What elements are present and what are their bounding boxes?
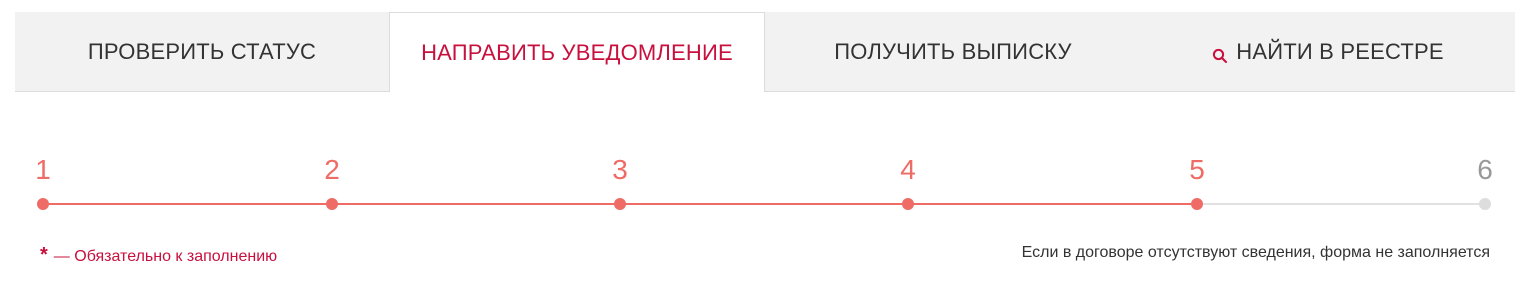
tab-find-in-registry[interactable]: НАЙТИ В РЕЕСТРЕ xyxy=(1141,12,1515,91)
required-fields-text: — Обязательно к заполнению xyxy=(53,248,278,265)
step-number-3: 3 xyxy=(612,154,628,185)
tab-get-extract-label: ПОЛУЧИТЬ ВЫПИСКУ xyxy=(834,38,1072,64)
tab-find-in-registry-label: НАЙТИ В РЕЕСТРЕ xyxy=(1236,38,1444,64)
required-fields-note: * — Обязательно к заполнению xyxy=(40,244,277,267)
tab-send-notification[interactable]: НАПРАВИТЬ УВЕДОМЛЕНИЕ xyxy=(389,12,765,92)
step-dot-3 xyxy=(614,198,626,210)
required-star: * xyxy=(40,244,48,266)
tab-get-extract[interactable]: ПОЛУЧИТЬ ВЫПИСКУ xyxy=(765,12,1141,91)
tab-check-status-label: ПРОВЕРИТЬ СТАТУС xyxy=(87,38,317,64)
step-number-1: 1 xyxy=(35,154,51,185)
tab-check-status[interactable]: ПРОВЕРИТЬ СТАТУС xyxy=(15,12,389,91)
step-dot-4 xyxy=(902,198,914,210)
step-number-4: 4 xyxy=(900,154,916,185)
step-number-6: 6 xyxy=(1477,154,1493,185)
step-dot-2 xyxy=(326,198,338,210)
step-dot-5 xyxy=(1191,198,1203,210)
tab-bar: ПРОВЕРИТЬ СТАТУС НАПРАВИТЬ УВЕДОМЛЕНИЕ П… xyxy=(15,12,1515,92)
form-info-note: Если в договоре отсутствуют сведения, фо… xyxy=(1021,244,1490,261)
tab-send-notification-label: НАПРАВИТЬ УВЕДОМЛЕНИЕ xyxy=(421,39,733,65)
search-icon xyxy=(1212,44,1228,63)
step-dot-1 xyxy=(37,198,49,210)
progress-line-remaining xyxy=(1197,203,1485,205)
step-dot-6 xyxy=(1479,198,1491,210)
step-number-5: 5 xyxy=(1189,154,1205,185)
step-number-2: 2 xyxy=(324,154,340,185)
progress-stepper: 1 2 3 4 5 6 xyxy=(0,140,1527,220)
